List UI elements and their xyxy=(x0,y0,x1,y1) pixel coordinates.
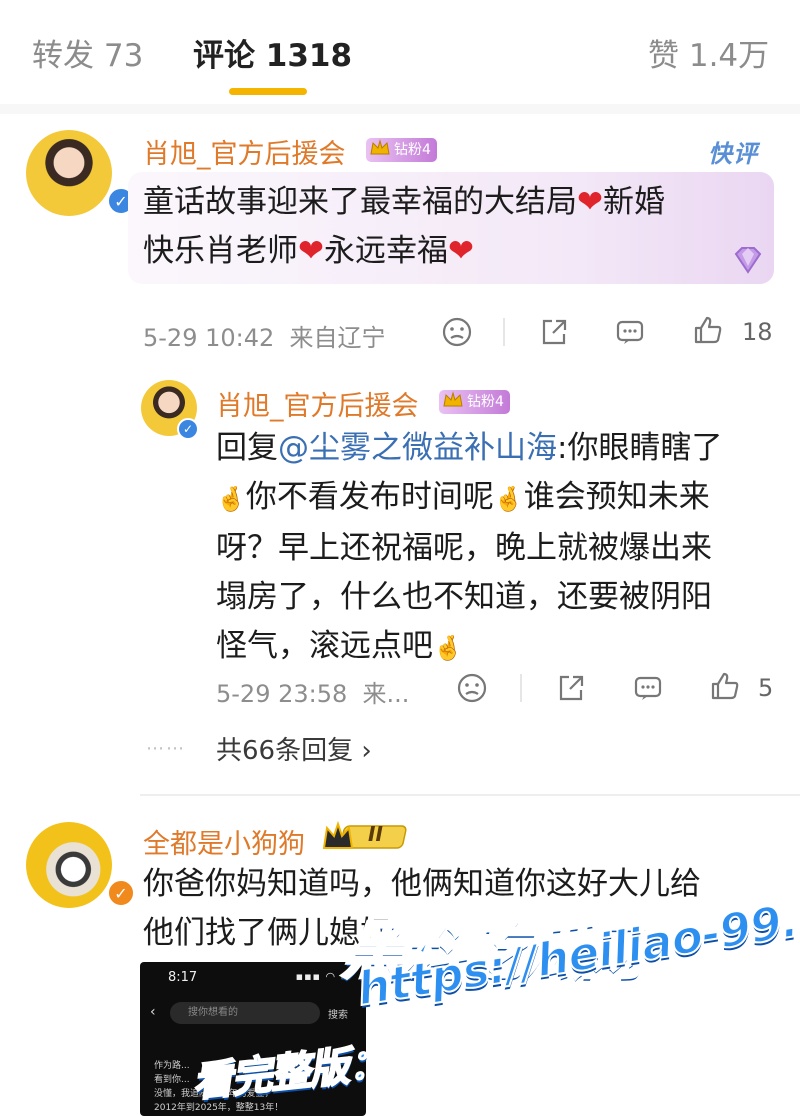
quick-comment-tag: 快评 xyxy=(708,140,758,168)
vip-level-badge: II xyxy=(368,822,383,846)
reply-thread-dots: ⋯⋯ xyxy=(146,738,186,759)
smile-icon[interactable] xyxy=(441,316,473,348)
share-icon[interactable] xyxy=(555,672,587,704)
fan-level-label: 钻粉4 xyxy=(467,394,504,410)
back-icon: ‹ xyxy=(150,1004,156,1020)
verified-icon: ✓ xyxy=(177,418,199,440)
like-count: 18 xyxy=(742,318,773,346)
more-replies-link[interactable]: 共66条回复 › xyxy=(216,730,372,767)
comment-icon[interactable] xyxy=(632,672,664,704)
crown-icon xyxy=(370,139,390,155)
comment-tabs: 转发 73 评论 1318 赞 1.4万 xyxy=(0,0,800,104)
comment-divider xyxy=(140,794,800,796)
search-button: 搜索 xyxy=(328,1010,348,1021)
action-divider xyxy=(520,674,522,702)
fan-level-badge: 钻粉4 xyxy=(366,138,437,162)
avatar[interactable]: ✓ xyxy=(26,822,136,908)
fan-level-label: 钻粉4 xyxy=(394,142,431,158)
smile-icon[interactable] xyxy=(456,672,488,704)
like-icon[interactable] xyxy=(692,314,724,346)
heart-icon: ❤ xyxy=(447,233,474,269)
comment-icon[interactable] xyxy=(614,316,646,348)
tab-likes[interactable]: 赞 1.4万 xyxy=(648,30,769,75)
like-icon[interactable] xyxy=(709,670,741,702)
verified-icon: ✓ xyxy=(106,878,136,908)
tab-comments[interactable]: 评论 1318 xyxy=(193,30,352,75)
like-count: 5 xyxy=(758,674,774,702)
reply-username[interactable]: 肖旭_官方后援会 xyxy=(216,384,419,423)
active-tab-indicator xyxy=(229,88,307,95)
reply-avatar[interactable]: ✓ xyxy=(141,380,199,440)
reply-timestamp: 5-29 23:58 来... xyxy=(216,680,410,708)
avatar[interactable]: ✓ xyxy=(26,130,136,216)
heart-icon: ❤ xyxy=(577,184,603,220)
search-input: 搜你想看的 xyxy=(170,1002,320,1024)
fan-level-badge: 钻粉4 xyxy=(439,390,510,414)
share-icon[interactable] xyxy=(538,316,570,348)
image-text-line: 作为路... xyxy=(154,1061,190,1071)
action-divider xyxy=(503,318,505,346)
heart-icon: ❤ xyxy=(298,233,324,269)
username[interactable]: 肖旭_官方后援会 xyxy=(143,132,346,171)
username[interactable]: 全都是小狗狗 xyxy=(143,822,305,861)
status-time: 8:17 xyxy=(168,970,198,985)
comment-text: 童话故事迎来了最幸福的大结局❤新婚 快乐肖老师❤永远幸福❤ xyxy=(143,184,665,269)
tab-repost[interactable]: 转发 73 xyxy=(32,30,143,75)
mention-link[interactable]: @尘雾之微益补山海 xyxy=(278,430,557,466)
section-divider xyxy=(0,104,800,114)
comment-timestamp: 5-29 10:42 来自辽宁 xyxy=(143,324,386,352)
crown-icon xyxy=(443,391,463,407)
reply-text: 回复@尘雾之微益补山海:你眼睛瞎了 🤞你不看发布时间呢🤞谁会预知未来 呀？早上还… xyxy=(216,430,723,664)
image-text-line: 看到你... xyxy=(154,1075,190,1085)
